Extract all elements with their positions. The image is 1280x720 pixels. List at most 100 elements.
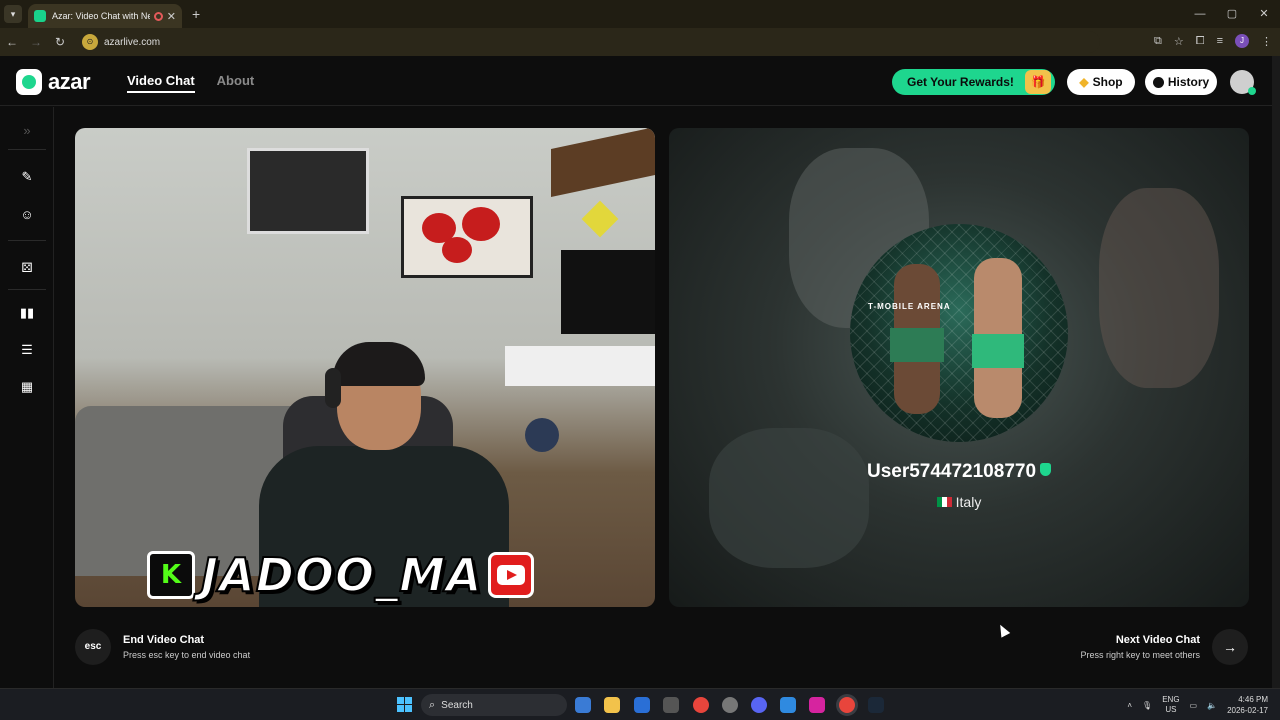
monitor: [561, 250, 655, 334]
network-icon[interactable]: ▭: [1190, 701, 1198, 710]
main-nav: Video Chat About: [127, 73, 254, 93]
azar-logo[interactable]: azar: [16, 69, 91, 95]
watermark-name: JADOO_MA: [200, 547, 483, 603]
kick-logo-icon: K: [147, 551, 195, 599]
chrome-icon[interactable]: [693, 697, 709, 713]
next-chat-button[interactable]: →: [1212, 629, 1248, 665]
shop-button[interactable]: ◆ Shop: [1067, 69, 1135, 95]
back-button[interactable]: ←: [0, 35, 24, 49]
partner-country: Italy: [669, 494, 1249, 510]
recording-indicator-icon: [153, 11, 163, 21]
person-hair: [333, 342, 425, 386]
new-tab-button[interactable]: +: [192, 6, 200, 22]
layout-stacked-icon[interactable]: ☰: [18, 341, 36, 359]
smiley-icon[interactable]: ☺: [18, 205, 36, 223]
maximize-button[interactable]: ▢: [1216, 0, 1248, 28]
taskbar-clock[interactable]: 4:46 PM 2026-02-17: [1227, 694, 1268, 716]
history-button[interactable]: History: [1145, 69, 1217, 95]
site-info-icon[interactable]: ⊙: [82, 34, 98, 50]
address-bar[interactable]: ⊙ azarlive.com: [80, 31, 1100, 53]
youtube-logo-icon: [488, 552, 535, 598]
outlook-icon[interactable]: [634, 697, 650, 713]
volume-icon[interactable]: 🔈: [1207, 701, 1217, 710]
wall-painting: [401, 196, 533, 278]
gem-icon: ◆: [1079, 75, 1089, 89]
windows-taskbar: ⌕ Search ˄ 🎙 ENG US ▭ 🔈 4:46 PM 2026-02-17: [0, 688, 1280, 720]
page-scrollbar[interactable]: [1272, 56, 1280, 688]
discord-icon[interactable]: [751, 697, 767, 713]
azar-app: azar Video Chat About Get Your Rewards! …: [0, 56, 1272, 688]
cast-icon[interactable]: ⧉: [1154, 35, 1162, 48]
store-icon[interactable]: [663, 697, 679, 713]
tab-search-menu-button[interactable]: ▾: [4, 5, 22, 23]
expand-icon[interactable]: »: [18, 121, 36, 139]
partner-video-feed: T-MOBILE ARENA User574472108770 Italy: [669, 128, 1249, 607]
chrome-active-icon[interactable]: [839, 697, 855, 713]
wall-shelf: [551, 128, 655, 198]
magic-wand-icon[interactable]: ✎: [18, 168, 36, 186]
basketball: [525, 418, 559, 452]
get-rewards-button[interactable]: Get Your Rewards! 🎁: [892, 69, 1055, 95]
instagram-icon[interactable]: [809, 697, 825, 713]
sidebar-divider: [8, 289, 46, 290]
obs-icon[interactable]: [722, 697, 738, 713]
system-tray: ˄ 🎙 ENG US ▭ 🔈 4:46 PM 2026-02-17: [1127, 693, 1268, 717]
user-avatar[interactable]: [1230, 70, 1256, 95]
next-chat-hint: Press right key to meet others: [1080, 650, 1200, 660]
arena-banner: T-MOBILE ARENA: [868, 302, 951, 311]
tray-chevron-icon[interactable]: ˄: [1127, 701, 1132, 710]
shop-label: Shop: [1092, 75, 1123, 89]
sidebar-divider: [8, 240, 46, 241]
search-placeholder: Search: [441, 699, 473, 711]
sidebar-divider: [8, 149, 46, 150]
microphone-icon[interactable]: 🎙: [1142, 701, 1152, 710]
blurred-background: [1099, 188, 1219, 388]
photos-icon[interactable]: [780, 697, 796, 713]
extensions-icon[interactable]: ⧠: [1196, 35, 1205, 48]
dice-icon[interactable]: ⚄: [18, 259, 36, 277]
logo-text: azar: [48, 69, 91, 94]
reload-button[interactable]: ↻: [48, 35, 72, 49]
nav-about[interactable]: About: [217, 73, 255, 93]
nav-video-chat[interactable]: Video Chat: [127, 73, 195, 93]
rewards-label: Get Your Rewards!: [907, 75, 1014, 89]
windows-start-icon[interactable]: [397, 697, 412, 712]
mouse-cursor-icon: [995, 622, 1011, 638]
file-explorer-icon[interactable]: [604, 697, 620, 713]
browser-toolbar: ← → ↻ ⊙ azarlive.com ⧉ ☆ ⧠ ≡ J ⋮: [0, 28, 1280, 56]
sidebar: » ✎ ☺ ⚄ ▮▮ ☰ ▦: [0, 107, 54, 688]
layout-grid-icon[interactable]: ▦: [18, 378, 36, 396]
language-indicator[interactable]: ENG US: [1162, 695, 1179, 715]
room-window: [247, 148, 369, 234]
steam-icon[interactable]: [868, 697, 884, 713]
layout-side-by-side-icon[interactable]: ▮▮: [18, 304, 36, 322]
clock-icon: [1152, 76, 1164, 88]
azar-favicon-icon: [34, 10, 46, 22]
desk: [505, 346, 655, 386]
verified-shield-icon: [1040, 463, 1052, 476]
end-chat-title: End Video Chat: [123, 634, 205, 646]
forward-button[interactable]: →: [24, 35, 48, 49]
headset: [325, 368, 341, 408]
streamer-watermark: K JADOO_MA: [147, 547, 535, 603]
window-controls: — ▢ ✕: [1184, 0, 1280, 28]
alien-sign: [581, 200, 619, 238]
minimize-button[interactable]: —: [1184, 0, 1216, 28]
end-chat-button[interactable]: esc: [75, 629, 111, 665]
widgets-icon[interactable]: [575, 697, 591, 713]
taskbar-search[interactable]: ⌕ Search: [421, 694, 567, 716]
partner-profile-picture: T-MOBILE ARENA: [850, 224, 1068, 442]
history-label: History: [1167, 75, 1210, 89]
browser-tab-bar: ▾ Azar: Video Chat with New ✕ + — ▢ ✕: [0, 0, 1280, 28]
italy-flag-icon: [936, 497, 952, 507]
browser-menu-icon[interactable]: ⋮: [1261, 35, 1272, 48]
partner-username: User574472108770: [669, 461, 1249, 483]
profile-avatar-icon[interactable]: J: [1235, 34, 1249, 48]
media-controls-icon[interactable]: ≡: [1217, 35, 1223, 47]
close-window-button[interactable]: ✕: [1248, 0, 1280, 28]
bookmark-star-icon[interactable]: ☆: [1174, 35, 1184, 48]
browser-tab[interactable]: Azar: Video Chat with New ✕: [28, 4, 182, 28]
tab-close-icon[interactable]: ✕: [167, 10, 176, 23]
end-chat-hint: Press esc key to end video chat: [123, 650, 251, 660]
azar-logo-icon: [16, 69, 42, 95]
